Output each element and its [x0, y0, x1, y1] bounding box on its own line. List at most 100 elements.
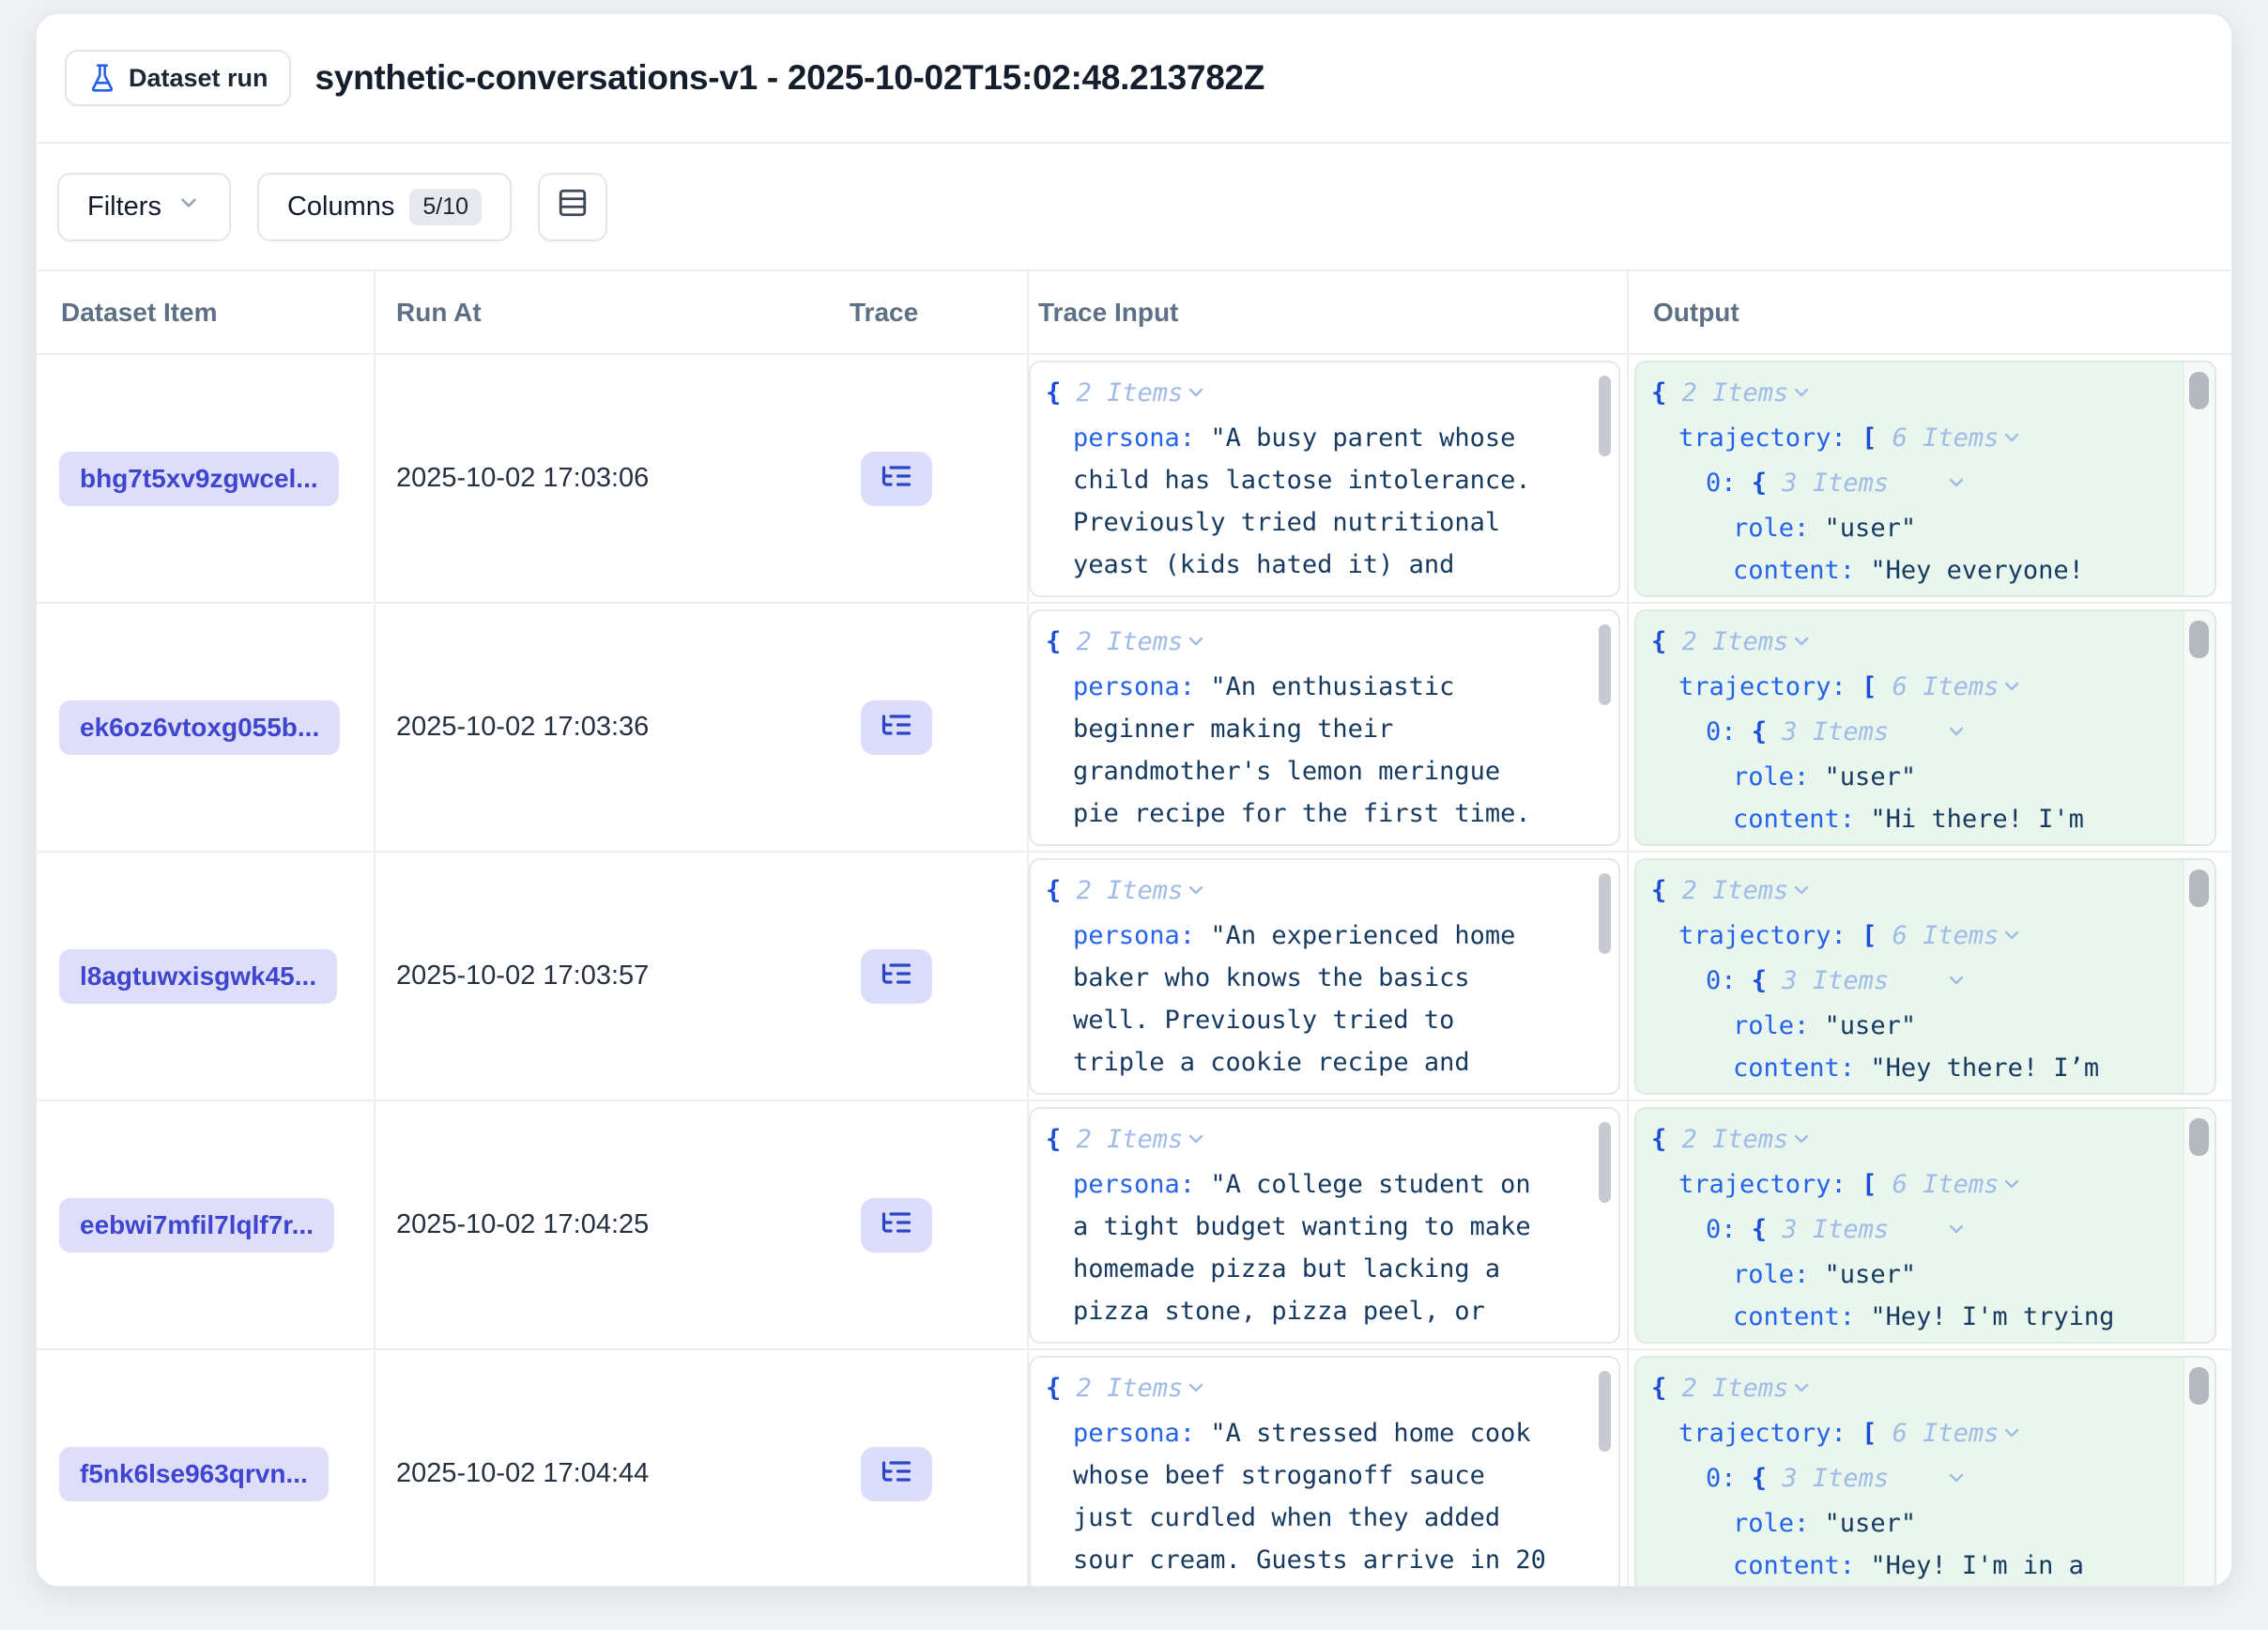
column-header-dataset-item: Dataset Item	[37, 271, 375, 353]
collapse-chevron-icon[interactable]	[1891, 1460, 1968, 1502]
items-count-label: 2 Items	[1077, 627, 1184, 656]
json-root-line: { 2 Items	[1636, 1118, 2139, 1163]
filters-button[interactable]: Filters	[57, 173, 231, 241]
trace-input-cell: { 2 Itemspersona: "A college student on …	[1029, 1101, 1629, 1348]
items-count-label: 2 Items	[1077, 876, 1184, 905]
json-entry: persona: "An experienced home baker who …	[1031, 915, 1551, 1095]
output-json-lines: { 2 Itemstrajectory: [ 6 Items0: { 3 Ite…	[1636, 362, 2214, 597]
scrollbar-thumb[interactable]	[1599, 1371, 1611, 1452]
trace-input-json-viewer: { 2 Itemspersona: "An experienced home b…	[1029, 858, 1620, 1095]
trace-button[interactable]	[861, 1198, 932, 1253]
collapse-chevron-icon[interactable]	[1185, 375, 1207, 417]
scrollbar-thumb[interactable]	[2189, 1118, 2209, 1156]
dataset-item-cell: eebwi7mfil7lqlf7r...	[37, 1101, 375, 1348]
collapse-chevron-icon[interactable]	[2000, 420, 2023, 462]
collapse-chevron-icon[interactable]	[1185, 623, 1207, 666]
json-entry: 0: { 3 Items	[1636, 711, 2139, 756]
output-json-viewer: { 2 Itemstrajectory: [ 6 Items0: { 3 Ite…	[1634, 1356, 2216, 1587]
json-entry: content: "Hey! I'm in a bit of a panic r…	[1636, 1545, 2139, 1587]
json-key: role:	[1733, 1011, 1825, 1040]
dataset-item-badge[interactable]: ek6oz6vtoxg055b...	[59, 700, 340, 755]
items-count-label: 2 Items	[1682, 627, 1789, 656]
collapse-chevron-icon[interactable]	[1790, 375, 1813, 417]
scrollbar-thumb[interactable]	[1599, 624, 1611, 705]
trace-button[interactable]	[861, 1447, 932, 1501]
collapse-chevron-icon[interactable]	[2000, 669, 2023, 711]
output-cell: { 2 Itemstrajectory: [ 6 Items0: { 3 Ite…	[1629, 1350, 2231, 1586]
json-open-brace: {	[1651, 627, 1682, 656]
json-key: content:	[1733, 1053, 1870, 1083]
scrollbar-thumb[interactable]	[1599, 1122, 1611, 1203]
collapse-chevron-icon[interactable]	[2000, 1166, 2023, 1208]
table-body: bhg7t5xv9zgwcel...2025-10-02 17:03:06{ 2…	[37, 355, 2231, 1586]
collapse-chevron-icon[interactable]	[1790, 1370, 1813, 1412]
trace-input-json-lines: { 2 Itemspersona: "A college student on …	[1031, 1109, 1618, 1344]
collapse-chevron-icon[interactable]	[1891, 1211, 1968, 1253]
trace-input-json-viewer: { 2 Itemspersona: "A college student on …	[1029, 1107, 1620, 1344]
dataset-run-badge-label: Dataset run	[129, 64, 268, 93]
trace-input-cell: { 2 Itemspersona: "An experienced home b…	[1029, 853, 1629, 1099]
json-open-bracket: {	[1752, 966, 1783, 995]
json-key: content:	[1733, 1302, 1870, 1331]
list-tree-icon	[880, 1206, 913, 1244]
trace-button[interactable]	[861, 452, 932, 506]
collapse-chevron-icon[interactable]	[1891, 962, 1968, 1005]
dataset-item-badge[interactable]: eebwi7mfil7lqlf7r...	[59, 1198, 334, 1253]
scrollbar-thumb[interactable]	[2189, 869, 2209, 907]
dataset-run-card: Dataset run synthetic-conversations-v1 -…	[36, 13, 2232, 1587]
collapse-chevron-icon[interactable]	[1891, 465, 1968, 507]
dataset-item-cell: l8agtuwxisgwk45...	[37, 853, 375, 1099]
json-open-brace: {	[1046, 876, 1077, 905]
json-open-bracket: [	[1862, 1419, 1893, 1448]
collapse-chevron-icon[interactable]	[1790, 872, 1813, 915]
scrollbar-thumb[interactable]	[2189, 1367, 2209, 1405]
dataset-item-badge[interactable]: bhg7t5xv9zgwcel...	[59, 452, 339, 506]
json-open-brace: {	[1046, 1125, 1077, 1154]
run-at-cell: 2025-10-02 17:04:25	[375, 1101, 827, 1348]
items-count-label: 2 Items	[1682, 1374, 1789, 1403]
collapse-chevron-icon[interactable]	[1185, 872, 1207, 915]
json-entry: role: "user"	[1636, 1005, 2139, 1047]
json-entry: 0: { 3 Items	[1636, 960, 2139, 1005]
trace-input-cell: { 2 Itemspersona: "A busy parent whose c…	[1029, 355, 1629, 602]
collapse-chevron-icon[interactable]	[2000, 1415, 2023, 1457]
columns-button-label: Columns	[287, 192, 394, 223]
trace-cell	[827, 1101, 1029, 1348]
list-tree-icon	[880, 1454, 913, 1493]
trace-button[interactable]	[861, 949, 932, 1004]
collapse-chevron-icon[interactable]	[1790, 1121, 1813, 1163]
json-key: trajectory:	[1678, 921, 1862, 950]
collapse-chevron-icon[interactable]	[1185, 1370, 1207, 1412]
collapse-chevron-icon[interactable]	[2000, 917, 2023, 960]
json-key: 0:	[1706, 717, 1752, 746]
trace-button[interactable]	[861, 700, 932, 755]
columns-button[interactable]: Columns 5/10	[257, 173, 512, 241]
json-entry: persona: "A stressed home cook whose bee…	[1031, 1412, 1551, 1587]
json-open-brace: {	[1651, 876, 1682, 905]
scrollbar-thumb[interactable]	[1599, 376, 1611, 456]
json-open-bracket: [	[1862, 1170, 1893, 1199]
collapse-chevron-icon[interactable]	[1790, 623, 1813, 666]
trace-input-json-lines: { 2 Itemspersona: "An experienced home b…	[1031, 860, 1618, 1095]
items-count-label: 6 Items	[1893, 1170, 2000, 1199]
collapse-chevron-icon[interactable]	[1891, 714, 1968, 756]
json-key: trajectory:	[1678, 1170, 1862, 1199]
toolbar: Filters Columns 5/10	[37, 144, 2231, 269]
run-at-cell: 2025-10-02 17:03:36	[375, 604, 827, 851]
json-root-line: { 2 Items	[1031, 869, 1551, 915]
json-entry: 0: { 3 Items	[1636, 1208, 2139, 1253]
json-key: role:	[1733, 1260, 1825, 1289]
collapse-chevron-icon[interactable]	[1185, 1121, 1207, 1163]
row-height-button[interactable]	[538, 173, 607, 241]
scrollbar-thumb[interactable]	[1599, 873, 1611, 954]
json-key: persona:	[1073, 1170, 1210, 1199]
json-key: role:	[1733, 514, 1825, 543]
scrollbar-thumb[interactable]	[2189, 372, 2209, 409]
column-header-output: Output	[1629, 298, 2231, 328]
dataset-item-badge[interactable]: l8agtuwxisgwk45...	[59, 949, 337, 1004]
dataset-item-badge[interactable]: f5nk6lse963qrvn...	[59, 1447, 329, 1501]
trace-cell	[827, 355, 1029, 602]
items-count-label: 2 Items	[1077, 1374, 1184, 1403]
dataset-item-cell: ek6oz6vtoxg055b...	[37, 604, 375, 851]
scrollbar-thumb[interactable]	[2189, 621, 2209, 658]
